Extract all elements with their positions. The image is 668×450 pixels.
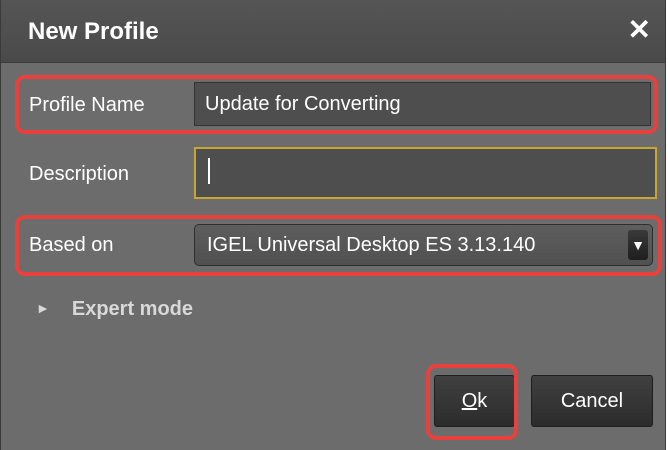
expert-mode-label: Expert mode	[71, 298, 194, 320]
text-caret	[208, 158, 210, 184]
expert-mode-toggle[interactable]: ► Expert mode	[36, 298, 193, 321]
based-on-label: Based on	[29, 234, 114, 256]
profile-name-field[interactable]: Update for Converting	[194, 82, 651, 126]
cancel-button[interactable]: Cancel	[531, 375, 653, 427]
profile-name-label: Profile Name	[29, 94, 145, 116]
expand-triangle-icon: ►	[36, 300, 50, 316]
ok-button[interactable]: Ok	[434, 375, 515, 427]
ok-label: k	[477, 390, 488, 412]
description-field[interactable]	[194, 147, 657, 199]
chevron-down-icon[interactable]: ▼	[628, 230, 648, 260]
description-label: Description	[29, 163, 130, 185]
ok-mnemonic: O	[461, 390, 478, 412]
based-on-dropdown[interactable]: IGEL Universal Desktop ES 3.13.140 ▼	[194, 224, 653, 266]
based-on-value: IGEL Universal Desktop ES 3.13.140	[207, 234, 536, 256]
close-icon[interactable]: ✕	[628, 16, 651, 44]
dialog-title: New Profile	[28, 18, 159, 45]
new-profile-dialog: New Profile ✕ Profile Name Update for Co…	[0, 0, 666, 450]
title-bar: New Profile ✕	[1, 0, 665, 63]
